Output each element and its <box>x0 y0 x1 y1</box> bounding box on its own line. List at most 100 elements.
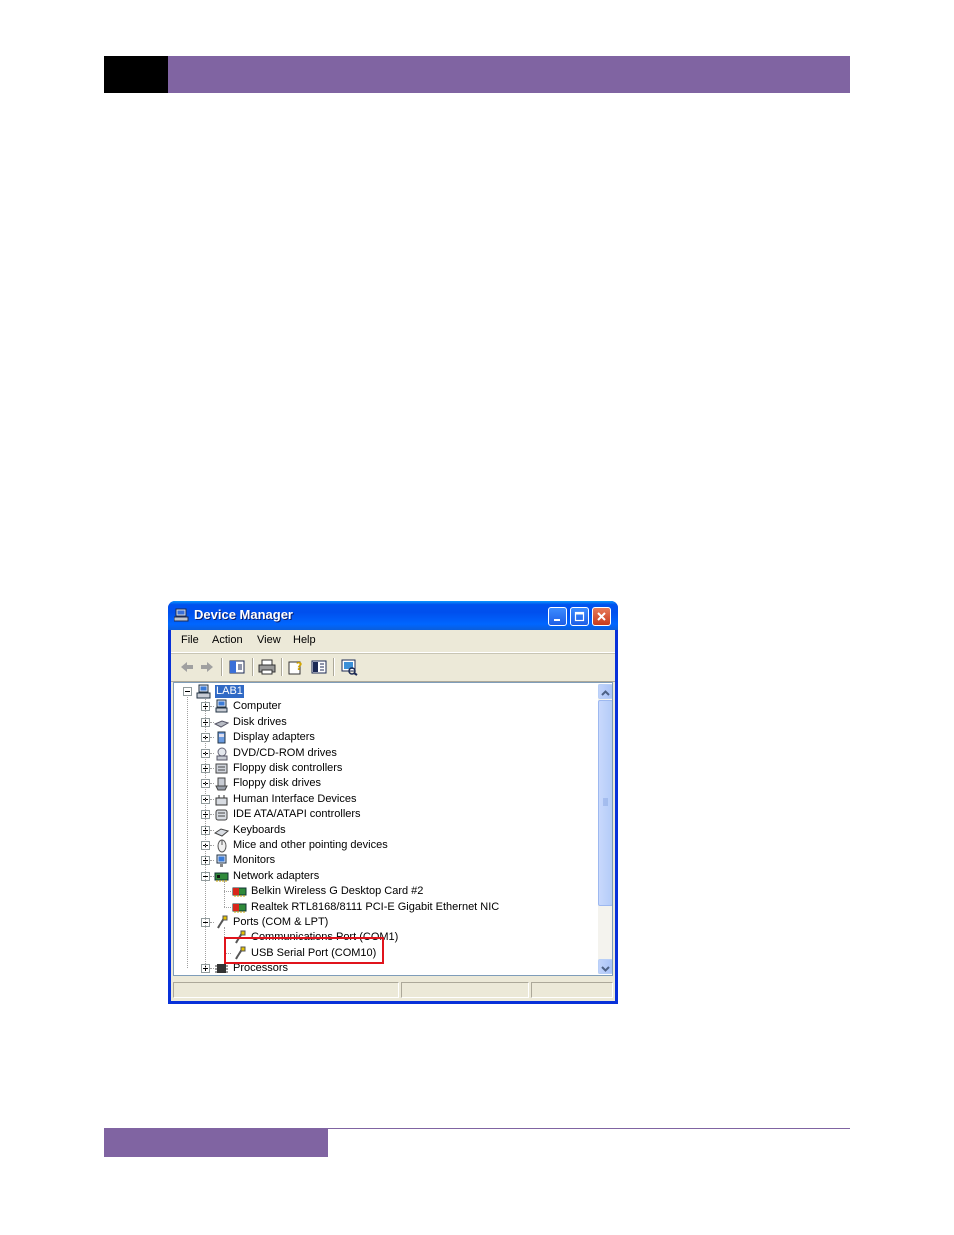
tree-connector-line <box>210 737 214 739</box>
tree-item-label: Computer <box>233 700 282 713</box>
tree-connector-line <box>210 768 214 770</box>
tree-item-ide-ata-atapi-controllers[interactable]: IDE ATA/ATAPI controllers <box>174 807 594 822</box>
computer-icon <box>215 699 228 713</box>
tree-item-label: IDE ATA/ATAPI controllers <box>233 808 361 821</box>
tree-child-item[interactable]: Belkin Wireless G Desktop Card #2 <box>174 884 594 899</box>
menu-action[interactable]: Action <box>212 634 243 646</box>
tree-connector-line <box>210 922 214 924</box>
tree-item-label: Human Interface Devices <box>233 792 357 805</box>
grip-icon <box>603 798 608 806</box>
tree-connector-line <box>210 829 214 832</box>
cdrom-icon <box>216 747 228 761</box>
tree-item-label: Ports (COM & LPT) <box>233 916 329 928</box>
scroll-down-button[interactable] <box>598 959 612 974</box>
minimize-icon <box>554 619 560 621</box>
update-driver-icon[interactable] <box>309 658 329 676</box>
scroll-up-button[interactable] <box>598 684 612 699</box>
tree-item-dvd-cd-rom-drives[interactable]: DVD/CD-ROM drives <box>174 746 594 761</box>
menu-file[interactable]: File <box>181 634 199 646</box>
toolbar-separator <box>221 658 223 676</box>
minimize-button[interactable] <box>548 607 567 626</box>
tree-item-network-adapters[interactable]: Network adapters <box>174 869 594 884</box>
tree-connector-line <box>224 880 226 907</box>
tree-item-disk-drives[interactable]: Disk drives <box>174 715 594 730</box>
tree-item-keyboards[interactable]: Keyboards <box>174 823 594 838</box>
page-footer-bar <box>104 1129 328 1157</box>
tree-connector-line <box>205 699 207 969</box>
vertical-scrollbar[interactable] <box>598 684 612 974</box>
forward-arrow-icon[interactable] <box>197 658 217 676</box>
tree-connector-line <box>210 706 214 708</box>
tree-item-display-adapters[interactable]: Display adapters <box>174 730 594 745</box>
tree-item-mice-and-other-pointing-devices[interactable]: Mice and other pointing devices <box>174 838 594 853</box>
tree-item-label: Processors <box>233 962 289 975</box>
network-child-icon <box>232 887 247 898</box>
show-hide-tree-icon[interactable] <box>227 658 247 676</box>
keyboard-icon <box>214 828 229 837</box>
tree-item-label: Floppy disk controllers <box>233 762 343 774</box>
tree-item-floppy-disk-controllers[interactable]: Floppy disk controllers <box>174 761 594 776</box>
tree-item-monitors[interactable]: Monitors <box>174 853 594 868</box>
monitor-icon <box>216 854 227 868</box>
status-cell <box>531 982 613 998</box>
tree-connector-line <box>210 798 214 801</box>
tree-child-label: Belkin Wireless G Desktop Card #2 <box>251 885 424 898</box>
tree-child-item[interactable]: Realtek RTL8168/8111 PCI-E Gigabit Ether… <box>174 900 594 915</box>
tree-connector-line <box>210 752 214 755</box>
tree-item-floppy-disk-drives[interactable]: Floppy disk drives <box>174 776 594 791</box>
tree-root[interactable]: LAB1 <box>174 684 594 699</box>
device-manager-icon <box>174 608 189 622</box>
svg-text:?: ? <box>296 660 302 673</box>
close-icon <box>597 612 606 621</box>
page-header-black-block <box>104 56 168 93</box>
toolbar-separator <box>281 658 283 676</box>
tree-connector-line <box>210 783 214 785</box>
toolbar-separator <box>333 658 335 676</box>
back-arrow-icon[interactable] <box>177 658 197 676</box>
hid-icon <box>215 794 228 806</box>
floppy-controller-icon <box>215 763 228 774</box>
root-icon <box>196 684 211 699</box>
tree-connector-line <box>210 721 214 724</box>
status-cell <box>173 982 399 998</box>
tree-item-label: Mice and other pointing devices <box>233 839 388 851</box>
status-bar <box>171 980 615 1001</box>
title-bar[interactable]: Device Manager <box>168 601 618 630</box>
tree-child-label: Realtek RTL8168/8111 PCI-E Gigabit Ether… <box>251 900 500 913</box>
tree-connector-line <box>210 814 214 816</box>
scroll-thumb[interactable] <box>598 700 612 906</box>
tree-connector-line <box>187 695 189 969</box>
floppy-drive-icon <box>215 777 228 791</box>
status-cell <box>401 982 529 998</box>
tree-item-ports-com-lpt[interactable]: Ports (COM & LPT) <box>174 915 594 930</box>
print-icon[interactable] <box>257 658 277 676</box>
chevron-down-icon <box>601 966 610 972</box>
disk-drive-icon <box>214 720 229 728</box>
tree-root-label: LAB1 <box>215 685 244 698</box>
device-tree[interactable]: LAB1 Computer Disk drives Display adapters D… <box>173 682 613 976</box>
toolbar: ? <box>171 653 615 682</box>
port-icon <box>217 915 228 929</box>
mouse-icon <box>217 839 227 853</box>
tree-connector-line <box>210 875 214 878</box>
maximize-icon <box>574 611 585 622</box>
tree-connector-line <box>210 860 214 862</box>
network-child-icon <box>232 903 247 913</box>
tree-item-label: Display adapters <box>233 731 315 744</box>
tree-item-label: Floppy disk drives <box>233 777 322 790</box>
scan-hardware-icon[interactable] <box>339 658 359 676</box>
menu-view[interactable]: View <box>257 634 281 646</box>
menu-help[interactable]: Help <box>293 634 316 646</box>
toolbar-separator <box>252 658 254 676</box>
network-adapter-icon <box>214 872 229 882</box>
tree-item-label: Keyboards <box>233 823 286 836</box>
properties-help-icon[interactable]: ? <box>286 658 306 676</box>
close-button[interactable] <box>592 607 611 626</box>
chevron-up-icon <box>601 690 610 696</box>
maximize-button[interactable] <box>570 607 589 626</box>
tree-item-label: DVD/CD-ROM drives <box>233 746 337 759</box>
tree-connector-line <box>224 906 231 909</box>
page-header-bar <box>168 56 850 93</box>
tree-item-human-interface-devices[interactable]: Human Interface Devices <box>174 792 594 807</box>
tree-item-computer[interactable]: Computer <box>174 699 594 714</box>
